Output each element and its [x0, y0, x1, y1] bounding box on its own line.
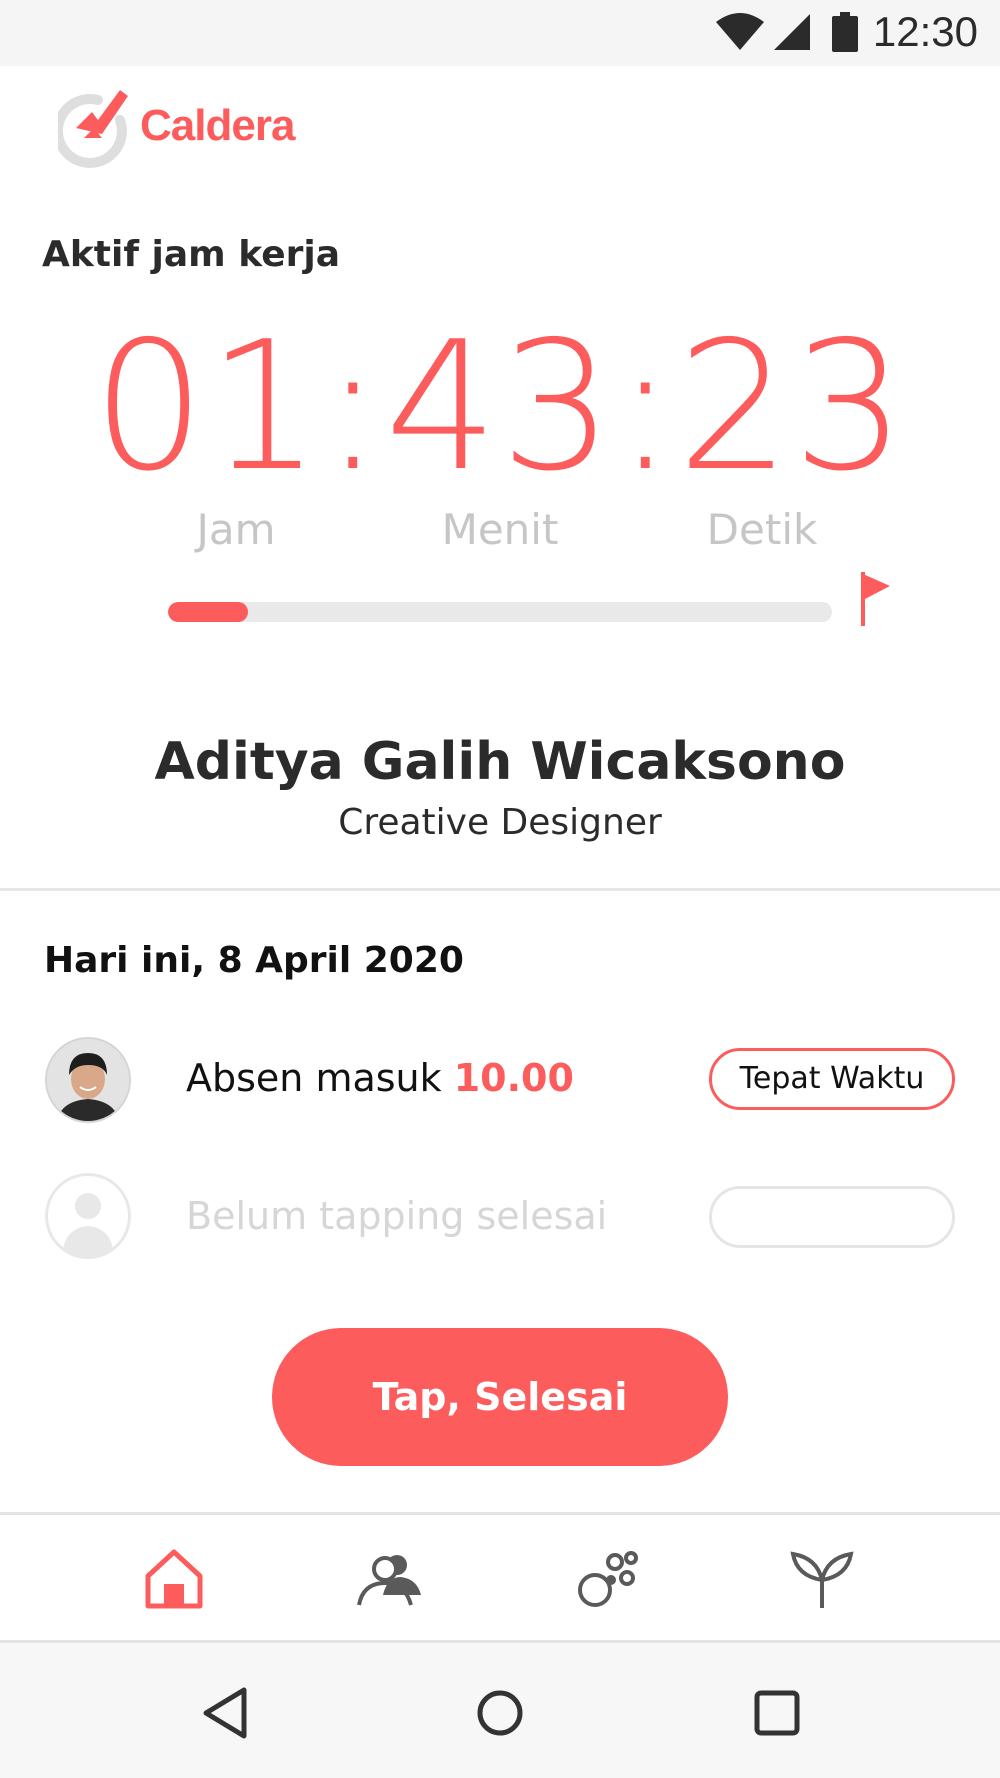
tap-finish-button[interactable]: Tap, Selesai	[272, 1328, 728, 1466]
nav-activities[interactable]	[556, 1534, 656, 1624]
status-badge: Tepat Waktu	[709, 1048, 955, 1110]
divider	[0, 888, 1000, 891]
nav-growth[interactable]	[772, 1534, 872, 1624]
bubbles-icon	[578, 1551, 638, 1607]
avatar-placeholder	[45, 1173, 131, 1259]
hours-label: Jam	[196, 505, 276, 554]
work-progress-bar	[168, 602, 832, 622]
app-name: Caldera	[140, 101, 295, 150]
back-icon	[203, 1687, 247, 1739]
wifi-icon	[716, 13, 764, 50]
battery-icon	[832, 12, 858, 52]
section-title: Aktif jam kerja	[42, 234, 341, 275]
nav-home[interactable]	[124, 1534, 224, 1624]
divider	[0, 1512, 1000, 1515]
minutes-label: Menit	[441, 505, 559, 554]
user-name: Aditya Galih Wicaksono	[154, 732, 846, 792]
finish-flag-icon	[861, 572, 890, 626]
user-photo-icon	[47, 1039, 129, 1121]
checkout-pending-text: Belum tapping selesai	[186, 1194, 608, 1238]
work-timer: 01:43:23	[92, 303, 908, 510]
user-placeholder-icon	[62, 1193, 114, 1256]
avatar	[45, 1037, 131, 1123]
circle-home-icon	[477, 1690, 523, 1736]
home-icon	[145, 1549, 203, 1609]
status-bar: 12:30	[0, 0, 1000, 66]
nav-team[interactable]	[340, 1534, 440, 1624]
checkin-time: 10.00	[453, 1056, 574, 1100]
checkin-label: Absen masuk	[186, 1056, 454, 1100]
work-progress-fill	[168, 602, 248, 622]
caldera-logo-icon	[52, 90, 128, 168]
user-role: Creative Designer	[338, 802, 662, 843]
system-nav-bar	[0, 1643, 1000, 1778]
checkin-text: Absen masuk 10.00	[186, 1056, 574, 1100]
sprout-icon	[790, 1551, 854, 1608]
back-button[interactable]	[190, 1678, 260, 1748]
signal-icon	[774, 14, 810, 50]
recents-button[interactable]	[742, 1678, 812, 1748]
checkout-status-badge	[709, 1186, 955, 1248]
app-logo: Caldera	[52, 82, 318, 172]
team-icon	[357, 1555, 421, 1606]
recents-icon	[754, 1690, 800, 1736]
status-time: 12:30	[872, 8, 978, 55]
home-button[interactable]	[465, 1678, 535, 1748]
seconds-label: Detik	[706, 505, 818, 554]
today-heading: Hari ini, 8 April 2020	[44, 940, 464, 981]
